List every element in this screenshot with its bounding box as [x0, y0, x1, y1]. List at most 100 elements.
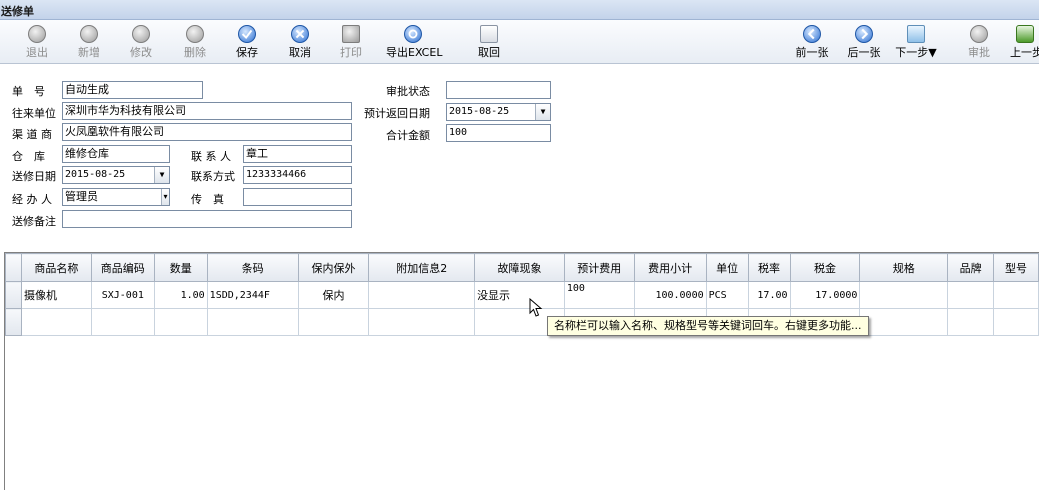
column-header[interactable]: 商品名称	[20, 253, 92, 282]
retrieve-icon	[480, 25, 498, 43]
contact-label: 联 系 人	[191, 150, 231, 163]
print-button[interactable]: 打印	[334, 23, 368, 61]
prev-step-button[interactable]: 上一步	[1010, 23, 1039, 61]
chevron-down-icon[interactable]: ▼	[535, 104, 550, 120]
table-cell[interactable]: 1.00	[153, 281, 208, 309]
handler-select[interactable]: 管理员 ▾	[62, 188, 170, 206]
plus-icon	[80, 25, 98, 43]
total-field[interactable]: 100	[446, 124, 551, 142]
table-cell[interactable]: PCS	[705, 281, 749, 309]
column-header[interactable]: 附加信息2	[368, 253, 476, 282]
table-cell[interactable]	[947, 308, 995, 336]
row-indicator[interactable]	[5, 281, 22, 309]
chevron-down-icon[interactable]: ▾	[161, 189, 169, 205]
table-cell[interactable]	[859, 281, 949, 309]
partner-label: 往来单位	[12, 107, 56, 120]
order-no-field[interactable]: 自动生成	[62, 81, 203, 99]
approval-status-field[interactable]	[446, 81, 551, 99]
save-button[interactable]: 保存	[230, 23, 264, 61]
row-indicator-header	[5, 253, 22, 282]
next-step-button[interactable]: 下一步▼	[893, 23, 939, 61]
partner-field[interactable]: 深圳市华为科技有限公司	[62, 102, 352, 120]
contact-phone-field[interactable]: 1233334466	[243, 166, 352, 184]
table-cell[interactable]: 17.00	[747, 281, 791, 309]
table-cell[interactable]: 保内	[297, 281, 370, 309]
send-date-picker[interactable]: 2015-08-25 ▼	[62, 166, 170, 184]
next-record-button[interactable]: 后一张	[845, 23, 883, 61]
close-icon	[291, 25, 309, 43]
table-cell[interactable]: 摄像机	[20, 281, 92, 309]
column-header[interactable]: 规格	[859, 253, 949, 282]
prev-record-button[interactable]: 前一张	[793, 23, 831, 61]
table-cell[interactable]: 100.0000	[633, 281, 707, 309]
table-cell[interactable]	[368, 281, 476, 309]
column-header[interactable]: 条码	[206, 253, 299, 282]
column-header[interactable]: 品牌	[947, 253, 995, 282]
order-no-label: 单 号	[12, 85, 45, 98]
table-cell[interactable]	[859, 308, 949, 336]
table-cell[interactable]	[297, 308, 370, 336]
table-cell[interactable]	[993, 308, 1039, 336]
edit-icon	[132, 25, 150, 43]
column-header[interactable]: 单位	[705, 253, 749, 282]
row-indicator[interactable]	[5, 308, 22, 336]
table-cell[interactable]: 1SDD,2344F	[206, 281, 299, 309]
column-header[interactable]: 费用小计	[633, 253, 707, 282]
hint-tooltip: 名称栏可以输入名称、规格型号等关键词回车。右键更多功能...	[547, 316, 869, 336]
table-cell[interactable]: 17.0000	[789, 281, 861, 309]
approve-button[interactable]: 审批	[962, 23, 996, 61]
send-date-label: 送修日期	[12, 170, 56, 183]
remark-label: 送修备注	[12, 215, 56, 228]
channel-label: 渠 道 商	[12, 128, 52, 141]
warehouse-field[interactable]: 维修仓库	[62, 145, 170, 163]
column-header[interactable]: 故障现象	[474, 253, 565, 282]
printer-icon	[342, 25, 360, 43]
table-cell[interactable]	[20, 308, 92, 336]
column-header[interactable]: 型号	[993, 253, 1039, 282]
window-title: 送修单	[1, 5, 34, 18]
window-titlebar: 送修单	[0, 0, 1039, 20]
exit-button[interactable]: 退出	[20, 23, 54, 61]
contact-phone-label: 联系方式	[191, 170, 235, 183]
retrieve-button[interactable]: 取回	[472, 23, 506, 61]
column-header[interactable]: 数量	[153, 253, 208, 282]
channel-field[interactable]: 火凤凰软件有限公司	[62, 123, 352, 141]
toolbar: 退出 新增 修改 删除 保存 取消 打印 导出EXCEL 取回 前一张 后一张 …	[0, 20, 1039, 64]
grid-header-row: 商品名称 商品编码 数量 条码 保内保外 附加信息2 故障现象 预计费用 费用小…	[5, 253, 1039, 282]
approval-status-label: 审批状态	[386, 85, 430, 98]
table-cell[interactable]	[206, 308, 299, 336]
exit-icon	[28, 25, 46, 43]
return-date-picker[interactable]: 2015-08-25 ▼	[446, 103, 551, 121]
export-icon	[404, 25, 422, 43]
remark-field[interactable]	[62, 210, 352, 228]
table-cell[interactable]	[90, 308, 155, 336]
column-header[interactable]: 税率	[747, 253, 791, 282]
chevron-down-icon[interactable]: ▼	[154, 167, 169, 183]
table-cell[interactable]: SXJ-001	[90, 281, 155, 309]
mouse-cursor-icon	[529, 298, 543, 317]
table-row[interactable]	[5, 308, 1039, 336]
table-row[interactable]: 摄像机 SXJ-001 1.00 1SDD,2344F 保内 没显示 100 1…	[5, 281, 1039, 309]
contact-field[interactable]: 章工	[243, 145, 352, 163]
table-cell[interactable]	[993, 281, 1039, 309]
column-header[interactable]: 商品编码	[90, 253, 155, 282]
edit-button[interactable]: 修改	[124, 23, 158, 61]
export-excel-button[interactable]: 导出EXCEL	[386, 23, 442, 61]
warehouse-label: 仓 库	[12, 150, 45, 163]
column-header[interactable]: 税金	[789, 253, 861, 282]
check-icon	[238, 25, 256, 43]
add-button[interactable]: 新增	[72, 23, 106, 61]
table-cell[interactable]: 没显示	[474, 281, 565, 309]
column-header[interactable]: 保内保外	[297, 253, 370, 282]
table-cell[interactable]	[153, 308, 208, 336]
table-cell[interactable]: 100	[563, 281, 635, 309]
column-header[interactable]: 预计费用	[563, 253, 635, 282]
folder-icon	[907, 25, 925, 43]
delete-button[interactable]: 删除	[178, 23, 212, 61]
fax-field[interactable]	[243, 188, 352, 206]
table-cell[interactable]	[368, 308, 476, 336]
total-label: 合计金额	[386, 129, 430, 142]
cancel-button[interactable]: 取消	[283, 23, 317, 61]
arrow-right-icon	[855, 25, 873, 43]
table-cell[interactable]	[947, 281, 995, 309]
